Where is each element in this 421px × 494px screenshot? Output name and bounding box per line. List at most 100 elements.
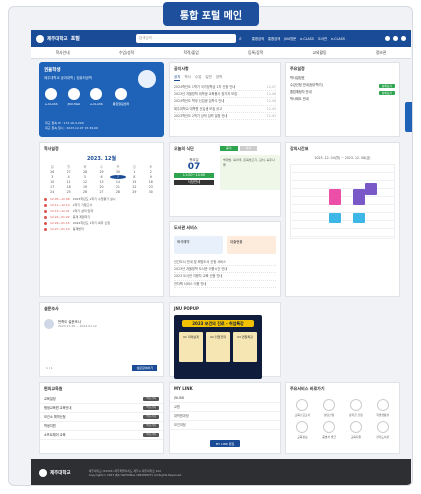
popup-banner[interactable]: 2023 보건의 진로 - 취업특강 01 미래설계 02 취업전략 03 면접…: [174, 315, 262, 379]
calendar-day[interactable]: 26: [77, 190, 93, 194]
tab-scholarship[interactable]: 장학: [216, 75, 222, 81]
calendar-day[interactable]: 9: [143, 175, 159, 179]
list-item[interactable]: 2023년 겨울방학 대학생 교육봉사 참가자 모집 12-06: [174, 91, 276, 99]
list-item[interactable]: 2023 도서관 이용자 교육 신청 안내: [174, 273, 276, 281]
calendar-day[interactable]: 12: [77, 180, 93, 184]
logout-icon[interactable]: [401, 36, 406, 41]
service-item[interactable]: 전자도서관: [370, 421, 395, 439]
class-block[interactable]: [329, 189, 341, 205]
list-item[interactable]: 소프트웨어 교육 바로가기: [40, 431, 163, 440]
calendar-day[interactable]: 25: [60, 190, 76, 194]
tab-lunch[interactable]: 중식: [220, 146, 238, 151]
edit-mylink-button[interactable]: MY LINK 편집: [210, 440, 240, 447]
list-item[interactable]: 신간도서 안내 및 희망도서 신청 서비스: [174, 259, 276, 267]
list-item[interactable]: 평생교육원 교육안내 바로가기: [40, 404, 163, 413]
class-block[interactable]: [353, 189, 365, 205]
service-item[interactable]: 증명서 발급: [317, 421, 342, 439]
calendar-day[interactable]: 1: [126, 170, 142, 174]
menu-item[interactable]: 등록/장학: [248, 50, 263, 56]
class-block[interactable]: [353, 213, 365, 223]
calendar-day[interactable]: 13: [93, 180, 109, 184]
calendar-day[interactable]: 14: [110, 180, 126, 184]
calendar-day[interactable]: 28: [110, 190, 126, 194]
list-item[interactable]: 수강신청 안내(정규학기) 상세보기: [286, 82, 399, 89]
quick-link-eclass-2[interactable]: e-CLASS: [90, 88, 103, 106]
calendar-day[interactable]: 11: [60, 180, 76, 184]
list-item[interactable]: 2024학년도 학부 신입생 입학식 안내 12-06: [174, 98, 276, 106]
menu-item[interactable]: 수업/성적: [119, 50, 134, 56]
side-float-button[interactable]: [405, 102, 412, 132]
tab-academic[interactable]: 학사: [184, 75, 190, 81]
calendar-day[interactable]: 27: [60, 170, 76, 174]
service-item[interactable]: 상담신청: [317, 399, 342, 417]
calendar-day[interactable]: 21: [110, 185, 126, 189]
menu-item[interactable]: 학사안내: [56, 50, 70, 56]
go-button[interactable]: 바로가기: [143, 406, 159, 410]
service-item[interactable]: 교육수요조사: [290, 399, 315, 417]
list-item[interactable]: 보건소 예약신청 바로가기: [40, 413, 163, 422]
seat-reservation-card[interactable]: 좌석예약: [174, 236, 223, 254]
tab-general[interactable]: 일반: [205, 75, 211, 81]
calendar-day[interactable]: 5: [77, 175, 93, 179]
service-item[interactable]: 교육지원: [344, 421, 369, 439]
top-link[interactable]: 통합검색: [252, 36, 264, 41]
quick-link-notification[interactable]: 통합알림센터: [113, 88, 129, 106]
go-button[interactable]: 바로가기: [143, 433, 159, 437]
calendar-day[interactable]: 22: [126, 185, 142, 189]
calendar-day[interactable]: 27: [93, 190, 109, 194]
calendar-day[interactable]: 19: [77, 185, 93, 189]
user-icon[interactable]: [385, 36, 390, 41]
loan-status-card[interactable]: 대출현황: [227, 236, 276, 254]
tab-class[interactable]: 수업: [195, 75, 201, 81]
search-icon[interactable]: ⌕: [237, 34, 244, 43]
menu-item[interactable]: 교외활동: [313, 50, 327, 56]
list-item[interactable]: 2023년 겨울방학 도서관 이용시간 안내: [174, 266, 276, 274]
service-item[interactable]: 학생생활관: [370, 399, 395, 417]
list-item[interactable]: 2023학년도 2학기 성적 입력 일정 안내 12-05: [174, 113, 276, 121]
list-item[interactable]: 학사제도 안내: [286, 96, 399, 103]
list-item[interactable]: 2024학년도 1학기 국가장학금 1차 신청 안내 12-07: [174, 84, 276, 92]
calendar-day[interactable]: 26: [44, 170, 60, 174]
top-link[interactable]: 도서관: [318, 36, 327, 41]
go-button[interactable]: 바로가기: [143, 415, 159, 419]
search-input[interactable]: 검색입력: [135, 34, 236, 43]
calendar-day[interactable]: 4: [60, 175, 76, 179]
timetable-range[interactable]: 2023. 12. 04(월) ~ 2023. 12. 08(금): [286, 155, 399, 160]
top-link[interactable]: e-CLASS: [300, 37, 314, 41]
calendar-day[interactable]: 10: [44, 180, 60, 184]
detail-button[interactable]: 상세보기: [378, 90, 395, 95]
settings-icon[interactable]: [393, 36, 398, 41]
list-item[interactable]: JNUBB: [170, 394, 280, 403]
list-item[interactable]: 교육일정 바로가기: [40, 395, 163, 404]
top-link[interactable]: e-CLASS: [331, 37, 345, 41]
university-name[interactable]: 제주대학교: [47, 36, 68, 42]
calendar-day[interactable]: 20: [93, 185, 109, 189]
list-item[interactable]: 교원: [170, 403, 280, 412]
cafeteria-button[interactable]: 식당안내: [174, 180, 214, 185]
calendar-day[interactable]: 6: [93, 175, 109, 179]
list-item[interactable]: 졸업예정자 안내 상세보기: [286, 89, 399, 96]
list-item[interactable]: 보건과정: [170, 421, 280, 430]
menu-item[interactable]: 정보관: [376, 50, 386, 56]
calendar-day[interactable]: 16: [143, 180, 159, 184]
quick-link-eclass[interactable]: e-CLASS: [45, 88, 58, 106]
list-item[interactable]: 전자책 서비스 이용 안내: [174, 281, 276, 288]
calendar-day[interactable]: 29: [126, 190, 142, 194]
calendar-day[interactable]: 17: [44, 185, 60, 189]
top-link[interactable]: JNU영문: [284, 36, 296, 41]
class-block[interactable]: [329, 213, 341, 223]
calendar-day[interactable]: 3: [44, 175, 60, 179]
calendar-day[interactable]: 8: [126, 175, 142, 179]
top-link[interactable]: 통합검색: [268, 36, 280, 41]
list-item[interactable]: 학사일정표: [286, 75, 399, 82]
list-item[interactable]: 학생지원 바로가기: [40, 422, 163, 431]
survey-button[interactable]: 설문참여하기: [132, 365, 157, 371]
survey-pager[interactable]: 1 / 1: [46, 366, 53, 370]
calendar-day[interactable]: 29: [93, 170, 109, 174]
tab-notice[interactable]: 공지: [174, 75, 181, 81]
service-item[interactable]: 교육정보: [290, 421, 315, 439]
go-button[interactable]: 바로가기: [143, 424, 159, 428]
calendar-day[interactable]: 23: [143, 185, 159, 189]
detail-button[interactable]: 상세보기: [378, 83, 395, 88]
menu-item[interactable]: 학적/졸업: [183, 50, 198, 56]
